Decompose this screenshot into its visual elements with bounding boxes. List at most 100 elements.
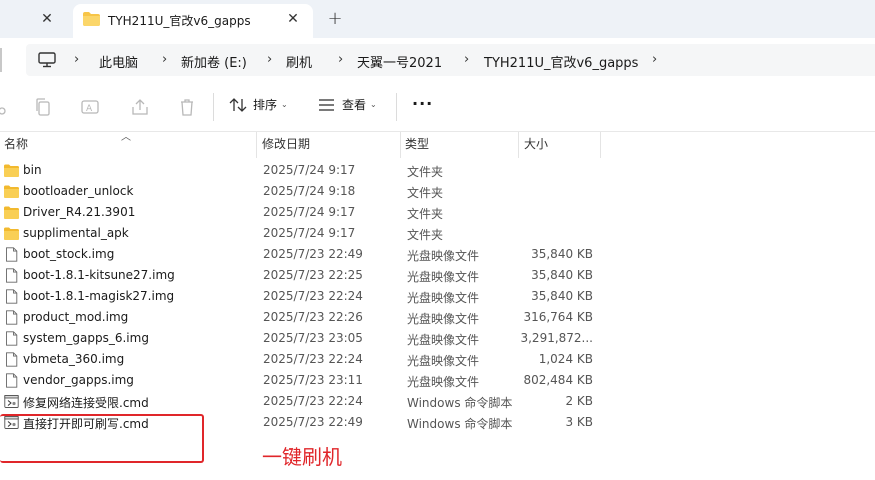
sort-icon: [229, 98, 247, 112]
file-icon: [6, 352, 18, 367]
file-modified: 2025/7/24 9:17: [263, 163, 356, 177]
breadcrumb-item-current[interactable]: TYH211U_官改v6_gapps: [484, 52, 638, 71]
file-type: 文件夹: [407, 165, 444, 179]
breadcrumb-item-drive[interactable]: 新加卷 (E:): [181, 52, 247, 71]
file-size: 2 KB: [565, 394, 593, 408]
cmd-script-icon: [4, 395, 19, 408]
file-type: 文件夹: [407, 186, 444, 200]
file-name: boot-1.8.1-magisk27.img: [23, 289, 175, 303]
chevron-right-icon[interactable]: ›: [74, 52, 79, 67]
column-header-label: 大小: [524, 137, 549, 151]
file-name: vbmeta_360.img: [23, 352, 125, 366]
address-bar: › 此电脑 › 新加卷 (E:) › 刷机 › 天翼一号2021 › TYH21…: [0, 38, 875, 82]
file-name: Driver_R4.21.3901: [23, 205, 136, 219]
breadcrumb-item-flash[interactable]: 刷机: [286, 52, 312, 71]
annotation-text: 一键刷机: [262, 445, 342, 469]
file-row[interactable]: boot-1.8.1-kitsune27.img 2025/7/23 22:25 光…: [0, 265, 875, 286]
sort-button[interactable]: 排序 ⌄: [229, 96, 288, 118]
divider: [396, 93, 397, 121]
file-row[interactable]: bin 2025/7/24 9:17 文件夹: [0, 160, 875, 181]
breadcrumb[interactable]: › 此电脑 › 新加卷 (E:) › 刷机 › 天翼一号2021 › TYH21…: [26, 44, 875, 76]
column-header-label: 修改日期: [262, 137, 311, 151]
nav-edge[interactable]: [0, 48, 5, 72]
file-size: 35,840 KB: [531, 247, 593, 261]
chevron-right-icon[interactable]: ›: [338, 52, 343, 67]
column-headers: ︿ 名称 修改日期 类型 大小: [0, 132, 875, 158]
file-row[interactable]: boot_stock.img 2025/7/23 22:49 光盘映像文件 35,84…: [0, 244, 875, 265]
chevron-right-icon[interactable]: ›: [267, 52, 272, 67]
file-name: product_mod.img: [23, 310, 129, 324]
copy-icon[interactable]: [33, 97, 53, 117]
file-modified: 2025/7/24 9:17: [263, 226, 356, 240]
rename-icon[interactable]: A: [80, 97, 100, 117]
file-row[interactable]: system_gapps_6.img 2025/7/23 23:05 光盘映像文件 3…: [0, 328, 875, 349]
file-size: 3,291,872...: [520, 331, 593, 345]
file-size: 3 KB: [565, 415, 593, 429]
file-size: 1,024 KB: [538, 352, 593, 366]
cut-icon[interactable]: [0, 97, 8, 117]
file-type: 光盘映像文件: [407, 291, 480, 305]
file-name: vendor_gapps.img: [23, 373, 134, 387]
file-modified: 2025/7/23 22:49: [263, 247, 363, 261]
file-row[interactable]: boot-1.8.1-magisk27.img 2025/7/23 22:24 光盘…: [0, 286, 875, 307]
file-row[interactable]: product_mod.img 2025/7/23 22:26 光盘映像文件 316,…: [0, 307, 875, 328]
more-options-icon[interactable]: ···: [412, 94, 433, 113]
close-icon[interactable]: ✕: [284, 10, 302, 28]
file-row[interactable]: vbmeta_360.img 2025/7/23 22:24 光盘映像文件 1,024…: [0, 349, 875, 370]
column-header-modified[interactable]: 修改日期: [258, 132, 401, 158]
file-name: bin: [23, 163, 42, 177]
share-icon[interactable]: [130, 97, 150, 117]
file-modified: 2025/7/23 22:26: [263, 310, 363, 324]
view-button[interactable]: 查看 ⌄: [318, 96, 377, 118]
chevron-right-icon[interactable]: ›: [652, 52, 657, 67]
file-icon: [6, 289, 18, 304]
file-modified: 2025/7/23 22:24: [263, 289, 363, 303]
column-header-size[interactable]: 大小: [520, 132, 601, 158]
chevron-right-icon[interactable]: ›: [464, 52, 469, 67]
tab-active[interactable]: TYH211U_官改v6_gapps ✕: [73, 4, 313, 38]
folder-icon: [83, 12, 100, 26]
file-row[interactable]: bootloader_unlock 2025/7/24 9:18 文件夹: [0, 181, 875, 202]
column-header-type[interactable]: 类型: [401, 132, 519, 158]
tab-bar: ✕ TYH211U_官改v6_gapps ✕ +: [0, 0, 875, 38]
breadcrumb-item-pc[interactable]: 此电脑: [99, 52, 138, 71]
file-icon: [6, 331, 18, 346]
file-type: 光盘映像文件: [407, 354, 480, 368]
file-type: 文件夹: [407, 207, 444, 221]
file-modified: 2025/7/23 22:25: [263, 268, 363, 282]
file-row[interactable]: Driver_R4.21.3901 2025/7/24 9:17 文件夹: [0, 202, 875, 223]
monitor-icon[interactable]: [38, 52, 56, 68]
file-name: boot_stock.img: [23, 247, 115, 261]
close-icon[interactable]: ✕: [38, 10, 56, 28]
chevron-down-icon: ⌄: [370, 100, 377, 109]
chevron-right-icon[interactable]: ›: [162, 52, 167, 67]
file-type: 光盘映像文件: [407, 270, 480, 284]
file-type: 文件夹: [407, 228, 444, 242]
file-modified: 2025/7/23 22:24: [263, 394, 363, 408]
file-size: 802,484 KB: [523, 373, 593, 387]
file-modified: 2025/7/24 9:18: [263, 184, 356, 198]
file-type: 光盘映像文件: [407, 333, 480, 347]
folder-icon: [4, 227, 19, 240]
breadcrumb-item-device[interactable]: 天翼一号2021: [357, 52, 442, 71]
file-row[interactable]: 修复网络连接受限.cmd 2025/7/23 22:24 Windows 命令脚本 2…: [0, 391, 875, 412]
column-header-label: 类型: [405, 137, 430, 151]
divider: [213, 93, 214, 121]
file-icon: [6, 268, 18, 283]
sort-label: 排序: [253, 98, 278, 112]
delete-icon[interactable]: [177, 97, 197, 117]
file-type: Windows 命令脚本: [407, 417, 513, 431]
file-row[interactable]: vendor_gapps.img 2025/7/23 23:11 光盘映像文件 802…: [0, 370, 875, 391]
file-name: supplimental_apk: [23, 226, 129, 240]
folder-icon: [4, 206, 19, 219]
highlight-box: [0, 414, 204, 463]
file-row[interactable]: supplimental_apk 2025/7/24 9:17 文件夹: [0, 223, 875, 244]
add-tab-icon[interactable]: +: [325, 9, 345, 29]
file-type: Windows 命令脚本: [407, 396, 513, 410]
column-header-name[interactable]: 名称: [0, 132, 257, 158]
folder-icon: [4, 164, 19, 177]
folder-icon: [4, 185, 19, 198]
file-name: boot-1.8.1-kitsune27.img: [23, 268, 175, 282]
file-icon: [6, 310, 18, 325]
file-name: bootloader_unlock: [23, 184, 134, 198]
